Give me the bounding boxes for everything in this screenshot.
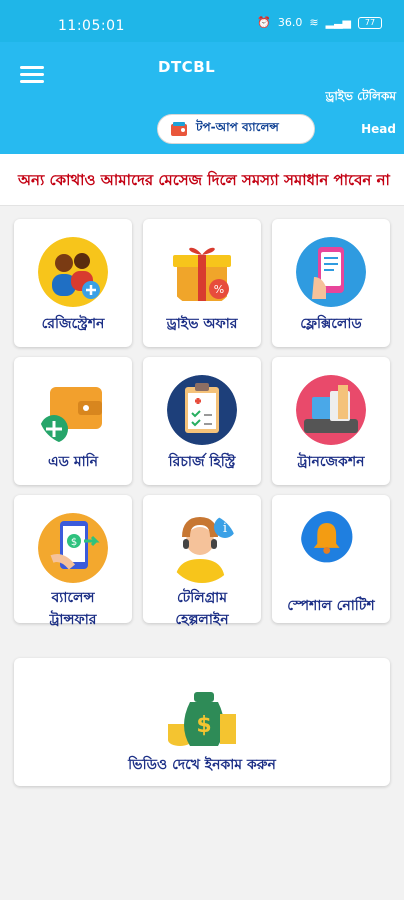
alarm-icon: ⏰	[257, 16, 271, 29]
tile-label: ব্যালেন্স ট্রান্সফার	[14, 587, 132, 631]
network-speed: 36.0	[277, 16, 303, 29]
svg-text:i: i	[223, 521, 227, 536]
wallet-icon	[171, 122, 187, 136]
tile-label: স্পেশাল নোটিশ	[287, 598, 375, 614]
tile-label-text: টেলিগ্রাম হেল্পলাইন	[175, 590, 229, 628]
tile-label: টেলিগ্রাম হেল্পলাইন	[143, 587, 261, 631]
wallet-add-icon	[40, 387, 102, 443]
app-header: DTCBL ড্রাইভ টেলিকম টপ-আপ ব্যালেন্স Head	[0, 42, 404, 154]
signal-icon: ▂▃▅	[325, 16, 351, 29]
money-transfer-icon: $	[38, 513, 108, 583]
svg-text:%: %	[214, 283, 224, 296]
users-add-icon	[38, 237, 108, 307]
tile-label: ফ্লেক্সিলোড	[300, 316, 362, 332]
topup-balance-button[interactable]: টপ-আপ ব্যালেন্স	[157, 114, 315, 144]
registration-tile[interactable]: রেজিস্ট্রেশন	[14, 219, 132, 347]
balance-transfer-tile[interactable]: $ ব্যালেন্স ট্রান্সফার	[14, 495, 132, 628]
add-money-tile[interactable]: এড মানি	[14, 357, 132, 485]
tile-label-text: ব্যালেন্স ট্রান্সফার	[49, 590, 97, 628]
topup-label: টপ-আপ ব্যালেন্স	[196, 120, 279, 134]
bell-icon	[301, 511, 353, 563]
operator-label: ড্রাইভ টেলিকম	[325, 89, 396, 103]
svg-text:$: $	[196, 713, 211, 738]
status-time: 11:05:01	[58, 18, 125, 34]
notice-text: অন্য কোথাও আমাদের মেসেজ দিলে সমস্যা সমাধ…	[18, 171, 390, 189]
svg-text:$: $	[71, 537, 77, 548]
tile-label: ট্রানজেকশন	[297, 454, 365, 470]
mobile-recharge-icon	[296, 237, 366, 307]
payment-terminal-icon	[296, 375, 366, 445]
money-bag-icon: $	[168, 692, 236, 746]
tile-label: ড্রাইভ অফার	[166, 316, 238, 332]
drive-offer-tile[interactable]: % ড্রাইভ অফার	[143, 219, 261, 347]
special-notice-tile[interactable]: স্পেশাল নোটিশ	[272, 495, 390, 623]
tile-label: এড মানি	[47, 454, 99, 470]
transaction-tile[interactable]: ট্রানজেকশন	[272, 357, 390, 485]
menu-button[interactable]	[20, 66, 44, 84]
card-label: ভিডিও দেখে ইনকাম করুন	[128, 757, 276, 773]
notice-ticker: অন্য কোথাও আমাদের মেসেজ দিলে সমস্যা সমাধ…	[0, 154, 404, 206]
tile-label: রিচার্জ হিস্ট্রি	[168, 454, 236, 470]
gift-icon: %	[173, 247, 231, 301]
tile-label: রেজিস্ট্রেশন	[41, 316, 105, 332]
clipboard-icon	[167, 375, 237, 445]
support-agent-icon: i	[175, 516, 236, 583]
flexiload-tile[interactable]: ফ্লেক্সিলোড	[272, 219, 390, 347]
app-title: DTCBL	[158, 58, 216, 76]
recharge-history-tile[interactable]: রিচার্জ হিস্ট্রি	[143, 357, 261, 485]
head-label: Head	[361, 122, 396, 136]
battery-icon: 77	[358, 16, 382, 29]
telegram-helpline-tile[interactable]: i টেলিগ্রাম হেল্পলাইন	[143, 495, 261, 628]
system-icons: ⏰ 36.0 ≋ ▂▃▅ 77	[257, 16, 382, 29]
wifi-icon: ≋	[309, 16, 319, 29]
watch-video-earn-card[interactable]: $ ভিডিও দেখে ইনকাম করুন	[14, 658, 390, 786]
status-bar: 11:05:01 ⏰ 36.0 ≋ ▂▃▅ 77	[0, 0, 404, 42]
